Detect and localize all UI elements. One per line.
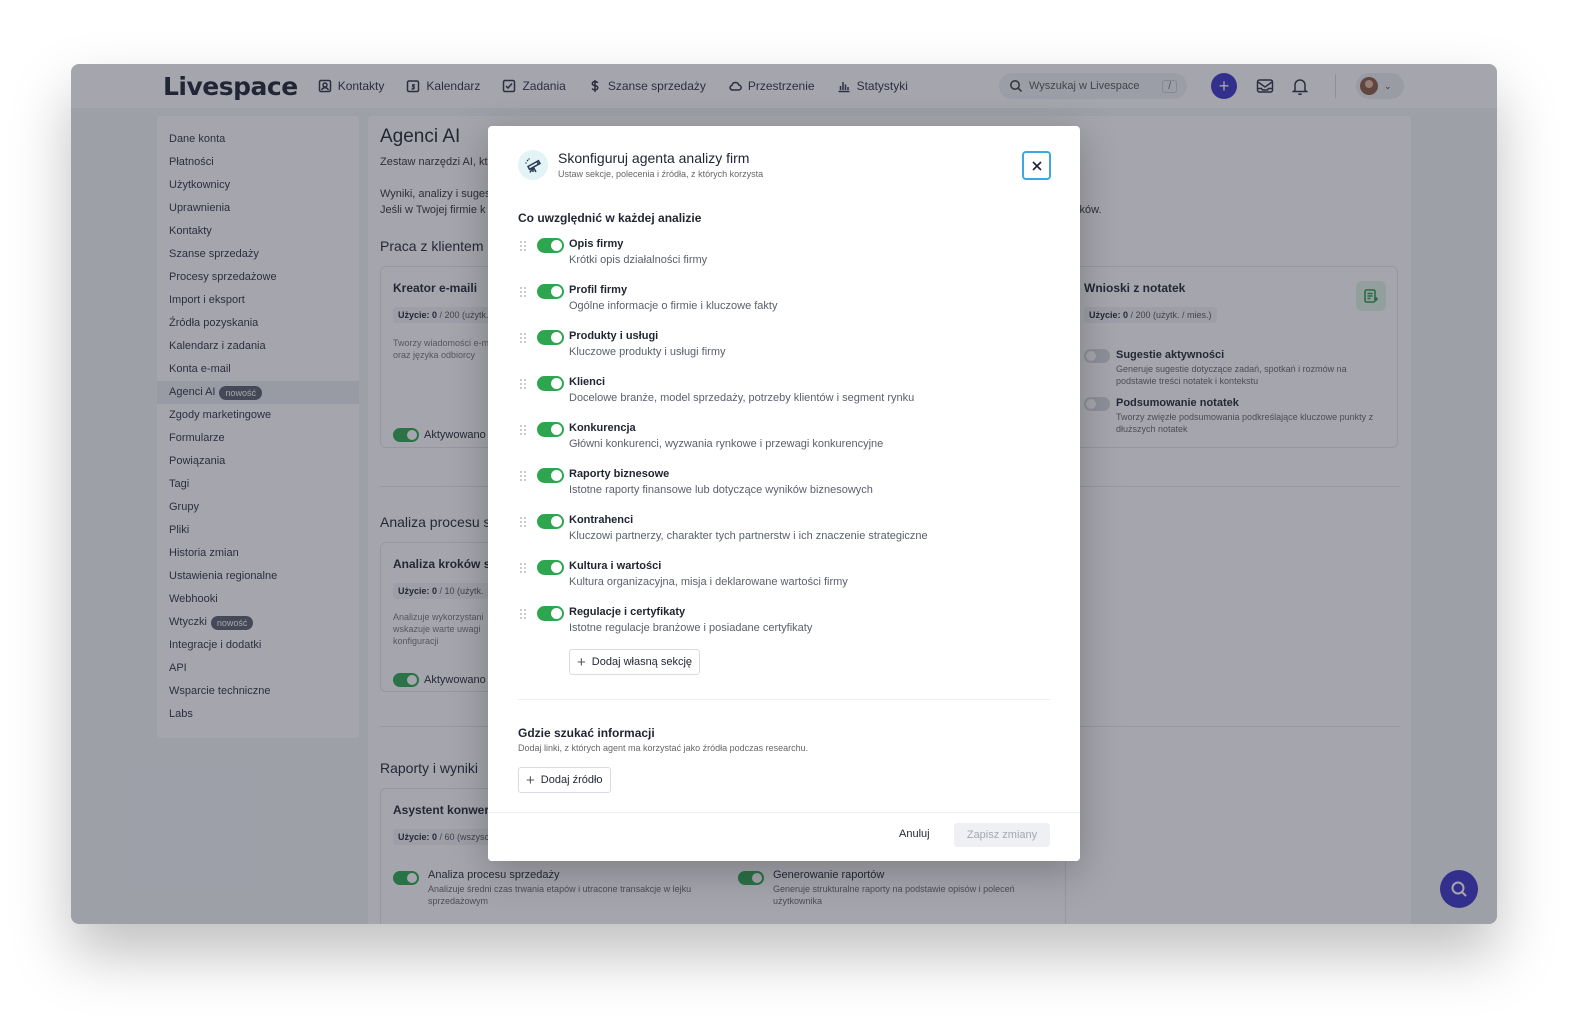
section-description: Istotne regulacje branżowe i posiadane c…: [569, 622, 813, 634]
section-toggle[interactable]: [537, 284, 564, 299]
section-title: Konkurencja: [569, 422, 636, 434]
modal-title: Skonfiguruj agenta analizy firm: [558, 150, 750, 166]
section-description: Główni konkurenci, wyzwania rynkowe i pr…: [569, 438, 884, 450]
section-description: Krótki opis działalności firmy: [569, 254, 708, 266]
section-description: Docelowe branże, model sprzedaży, potrze…: [569, 392, 915, 404]
section-row: Profil firmy Ogólne informacje o firmie i…: [518, 284, 1048, 324]
section-description: Kultura organizacyjna, misja i deklarowa…: [569, 576, 848, 588]
modal-footer: Anuluj Zapisz zmiany: [488, 812, 1080, 861]
drag-handle-icon[interactable]: [520, 287, 528, 299]
section-row: Produkty i usługi Kluczowe produkty i usł…: [518, 330, 1048, 370]
section-title: Klienci: [569, 376, 606, 388]
drag-handle-icon[interactable]: [520, 425, 528, 437]
section-title: Opis firmy: [569, 238, 624, 250]
save-button[interactable]: Zapisz zmiany: [954, 823, 1050, 847]
section-row: Opis firmy Krótki opis działalności firmy: [518, 238, 1048, 278]
section-toggle[interactable]: [537, 514, 564, 529]
section-row: Kontrahenci Kluczowi partnerzy, charakter…: [518, 514, 1048, 554]
section-toggle[interactable]: [537, 238, 564, 253]
add-custom-section-button[interactable]: + Dodaj własną sekcję: [569, 649, 701, 675]
section-title: Kultura i wartości: [569, 560, 662, 572]
modal-subtitle: Ustaw sekcje, polecenia i źródła, z któr…: [558, 169, 764, 179]
drag-handle-icon[interactable]: [520, 333, 528, 345]
section-row: Kultura i wartości Kultura organizacyjna,…: [518, 560, 1048, 600]
drag-handle-icon[interactable]: [520, 471, 528, 483]
section-title: Profil firmy: [569, 284, 628, 296]
drag-handle-icon[interactable]: [520, 379, 528, 391]
drag-handle-icon[interactable]: [520, 609, 528, 621]
section-row: Klienci Docelowe branże, model sprzedaży,…: [518, 376, 1048, 416]
section-description: Istotne raporty finansowe lub dotyczące …: [569, 484, 873, 496]
section-toggle[interactable]: [537, 606, 564, 621]
drag-handle-icon[interactable]: [520, 517, 528, 529]
sections-heading: Co uwzględnić w każdej analizie: [518, 211, 702, 225]
section-title: Regulacje i certyfikaty: [569, 606, 686, 618]
plus-icon: +: [526, 771, 535, 789]
section-title: Raporty biznesowe: [569, 468, 670, 480]
section-row: Raporty biznesowe Istotne raporty finanso…: [518, 468, 1048, 508]
section-toggle[interactable]: [537, 376, 564, 391]
close-icon: [1031, 160, 1042, 171]
add-source-button[interactable]: + Dodaj źródło: [518, 767, 611, 793]
section-description: Ogólne informacje o firmie i kluczowe fa…: [569, 300, 778, 312]
section-toggle[interactable]: [537, 330, 564, 345]
section-title: Kontrahenci: [569, 514, 634, 526]
drag-handle-icon[interactable]: [520, 563, 528, 575]
sources-description: Dodaj linki, z których agent ma korzysta…: [518, 743, 809, 753]
modal-divider: [518, 699, 1050, 700]
section-toggle[interactable]: [537, 422, 564, 437]
configure-agent-modal: Skonfiguruj agenta analizy firm Ustaw se…: [488, 126, 1080, 861]
button-label: Dodaj źródło: [540, 774, 603, 786]
close-button[interactable]: [1022, 151, 1051, 180]
section-toggle[interactable]: [537, 560, 564, 575]
plus-icon: +: [577, 653, 586, 671]
drag-handle-icon[interactable]: [520, 241, 528, 253]
section-toggle[interactable]: [537, 468, 564, 483]
section-description: Kluczowe produkty i usługi firmy: [569, 346, 726, 358]
section-row: Konkurencja Główni konkurenci, wyzwania r…: [518, 422, 1048, 462]
section-row: Regulacje i certyfikaty Istotne regulacje…: [518, 606, 1048, 646]
telescope-icon: [518, 150, 548, 180]
section-title: Produkty i usługi: [569, 330, 659, 342]
section-description: Kluczowi partnerzy, charakter tych partn…: [569, 530, 928, 542]
sources-title: Gdzie szukać informacji: [518, 726, 655, 740]
button-label: Dodaj własną sekcję: [591, 656, 693, 668]
cancel-button[interactable]: Anuluj: [899, 828, 930, 840]
